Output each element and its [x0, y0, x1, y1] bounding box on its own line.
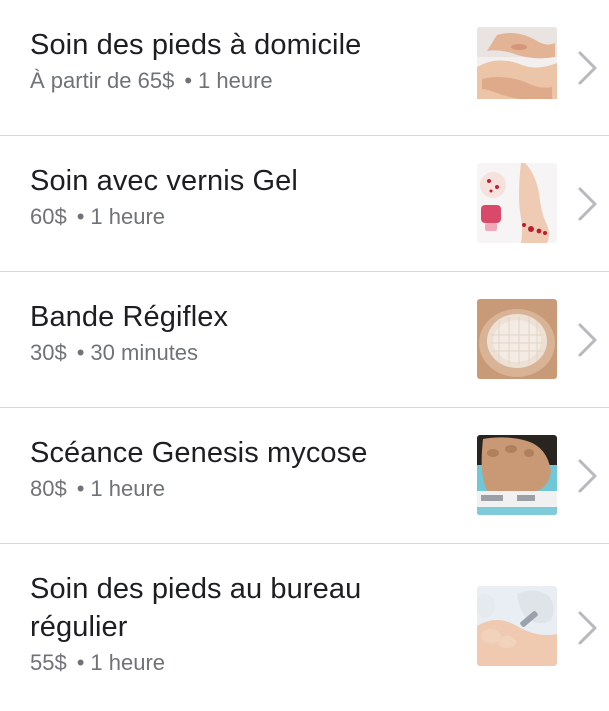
- service-title: Scéance Genesis mycose: [30, 437, 368, 469]
- service-duration: 1 heure: [198, 68, 273, 93]
- service-subtitle: 30$ • 30 minutes: [30, 338, 450, 368]
- chevron-right-icon: [578, 459, 597, 493]
- service-duration: 1 heure: [90, 204, 166, 229]
- service-text: Soin des pieds à domicile À partir de 65…: [30, 26, 450, 96]
- service-price: 60$: [30, 204, 67, 229]
- service-row-bande-regiflex[interactable]: Bande Régiflex 30$ • 30 minutes: [0, 272, 609, 408]
- service-thumbnail: [477, 27, 557, 107]
- service-duration: 30 minutes: [90, 340, 199, 365]
- service-duration: 1 heure: [90, 476, 166, 501]
- service-title: Soin avec vernis Gel: [30, 165, 298, 197]
- chevron-right-icon: [578, 187, 597, 221]
- separator-dot: •: [76, 476, 85, 501]
- service-row-soin-domicile[interactable]: Soin des pieds à domicile À partir de 65…: [0, 0, 609, 136]
- service-price: À partir de 65$: [30, 68, 175, 93]
- service-row-soin-bureau[interactable]: Soin des pieds au bureau régulier 55$ • 1 …: [0, 544, 609, 711]
- service-thumbnail: [477, 163, 557, 243]
- service-text: Bande Régiflex 30$ • 30 minutes: [30, 298, 450, 368]
- chevron-right-icon: [578, 51, 597, 85]
- separator-dot: •: [76, 340, 85, 365]
- chevron-right-icon: [578, 611, 597, 645]
- service-text: Soin avec vernis Gel 60$ • 1 heure: [30, 162, 450, 232]
- service-subtitle: 60$ • 1 heure: [30, 202, 450, 232]
- service-thumbnail: [477, 586, 557, 666]
- separator-dot: •: [76, 650, 85, 675]
- service-thumbnail: [477, 299, 557, 379]
- separator-dot: •: [184, 68, 193, 93]
- service-text: Scéance Genesis mycose 80$ • 1 heure: [30, 434, 450, 504]
- service-price: 30$: [30, 340, 67, 365]
- chevron-right-icon: [578, 323, 597, 357]
- service-subtitle: À partir de 65$ • 1 heure: [30, 66, 450, 96]
- service-price: 55$: [30, 650, 67, 675]
- service-subtitle: 80$ • 1 heure: [30, 474, 450, 504]
- service-list: Soin des pieds à domicile À partir de 65…: [0, 0, 609, 711]
- service-subtitle: 55$ • 1 heure: [30, 648, 450, 678]
- service-title: Soin des pieds à domicile: [30, 29, 362, 61]
- service-title: Soin des pieds au bureau régulier: [30, 573, 362, 643]
- service-row-vernis-gel[interactable]: Soin avec vernis Gel 60$ • 1 heure: [0, 136, 609, 272]
- service-text: Soin des pieds au bureau régulier 55$ • 1 …: [30, 570, 450, 678]
- service-title: Bande Régiflex: [30, 301, 229, 333]
- service-thumbnail: [477, 435, 557, 515]
- separator-dot: •: [76, 204, 85, 229]
- service-row-genesis-mycose[interactable]: Scéance Genesis mycose 80$ • 1 heure: [0, 408, 609, 544]
- service-price: 80$: [30, 476, 67, 501]
- service-duration: 1 heure: [90, 650, 166, 675]
